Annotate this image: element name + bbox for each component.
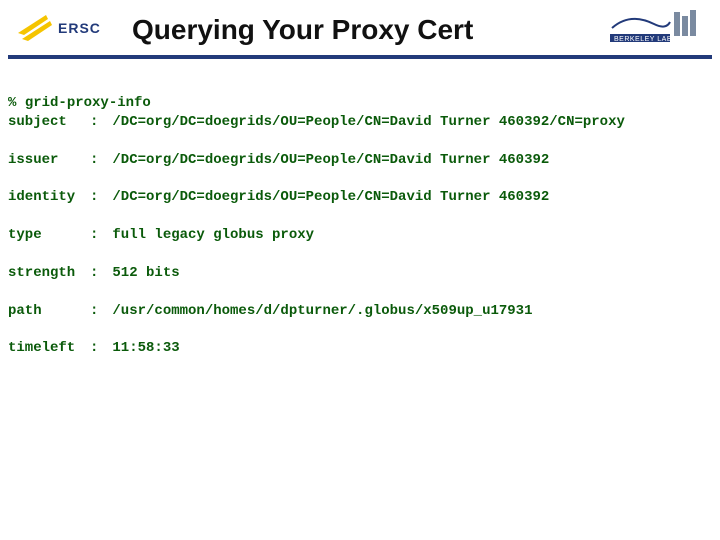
slide-header: ERSC Querying Your Proxy Cert BERKELEY L…: [0, 0, 720, 55]
field-key: type: [8, 226, 90, 245]
svg-text:ERSC: ERSC: [58, 20, 101, 36]
field-value: /usr/common/homes/d/dpturner/.globus/x50…: [112, 303, 532, 319]
table-row: type: full legacy globus proxy: [8, 226, 712, 245]
field-key: issuer: [8, 151, 90, 170]
field-key: timeleft: [8, 339, 90, 358]
field-sep: :: [90, 339, 104, 358]
field-sep: :: [90, 226, 104, 245]
field-key: strength: [8, 264, 90, 283]
table-row: strength: 512 bits: [8, 264, 712, 283]
field-sep: :: [90, 151, 104, 170]
field-value: /DC=org/DC=doegrids/OU=People/CN=David T…: [112, 114, 624, 130]
table-row: issuer: /DC=org/DC=doegrids/OU=People/CN…: [8, 151, 712, 170]
table-row: subject: /DC=org/DC=doegrids/OU=People/C…: [8, 113, 712, 132]
page-title: Querying Your Proxy Cert: [128, 14, 596, 46]
field-value: /DC=org/DC=doegrids/OU=People/CN=David T…: [112, 152, 549, 168]
field-value: /DC=org/DC=doegrids/OU=People/CN=David T…: [112, 189, 549, 205]
field-key: subject: [8, 113, 90, 132]
field-sep: :: [90, 264, 104, 283]
nersc-logo: ERSC: [18, 13, 114, 46]
field-value: 11:58:33: [112, 340, 179, 356]
shell-prompt: %: [8, 95, 16, 111]
field-key: path: [8, 302, 90, 321]
field-value: full legacy globus proxy: [112, 227, 314, 243]
table-row: path: /usr/common/homes/d/dpturner/.glob…: [8, 302, 712, 321]
table-row: timeleft: 11:58:33: [8, 339, 712, 358]
field-key: identity: [8, 188, 90, 207]
field-sep: :: [90, 188, 104, 207]
field-sep: :: [90, 113, 104, 132]
field-sep: :: [90, 302, 104, 321]
table-row: identity: /DC=org/DC=doegrids/OU=People/…: [8, 188, 712, 207]
field-value: 512 bits: [112, 265, 179, 281]
svg-text:BERKELEY LAB: BERKELEY LAB: [614, 36, 672, 43]
prompt-line: % grid-proxy-info: [8, 95, 151, 111]
terminal-output: % grid-proxy-info subject: /DC=org/DC=do…: [0, 59, 720, 393]
berkeley-lab-logo: BERKELEY LAB: [610, 10, 702, 49]
command-text: grid-proxy-info: [25, 95, 151, 111]
